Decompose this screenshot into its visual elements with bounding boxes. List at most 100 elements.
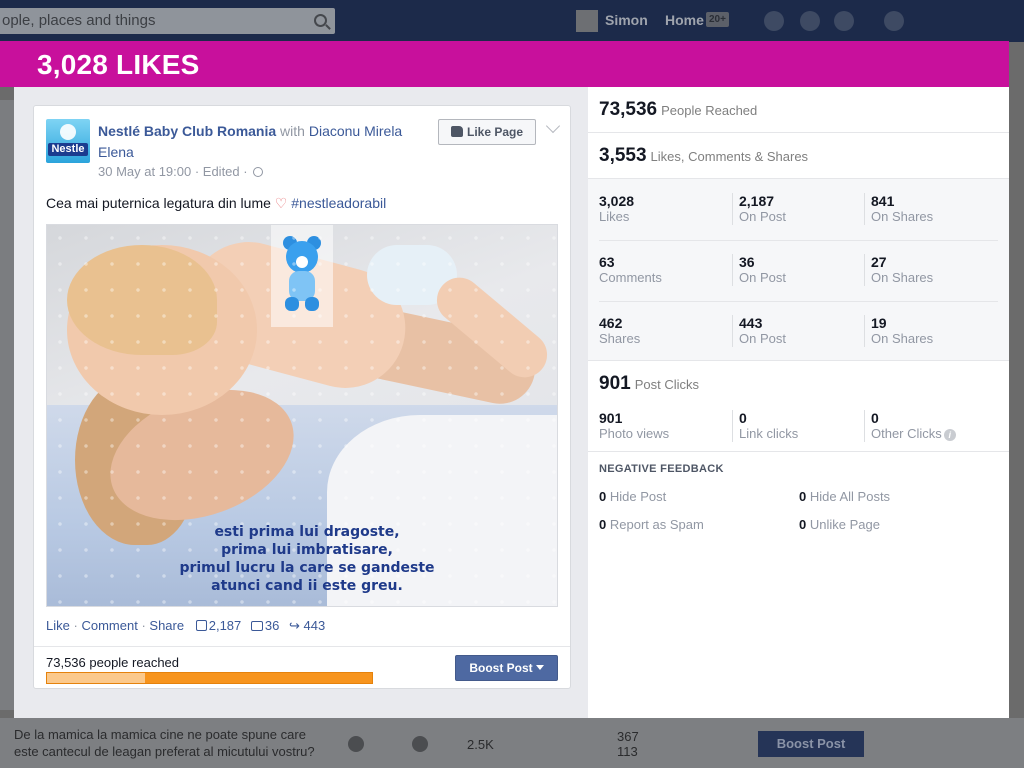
- modal-title: 3,028 LIKES: [37, 49, 200, 80]
- post-timestamp[interactable]: 30 May at 19:00 · Edited ·: [98, 164, 248, 179]
- page-name-link[interactable]: Nestlé Baby Club Romania: [98, 123, 276, 139]
- divider: [732, 254, 733, 286]
- likes-on-post-label: On Post: [739, 209, 786, 224]
- like-page-button[interactable]: Like Page: [438, 119, 536, 145]
- shares-total-label: Shares: [599, 331, 641, 346]
- likes-count[interactable]: 2,187: [209, 618, 242, 633]
- friend-requests-icon[interactable]: [764, 11, 784, 31]
- separator: ·: [73, 618, 78, 633]
- comments-on-shares-label: On Shares: [871, 270, 934, 285]
- comments-total-cell: 63 Comments: [599, 254, 662, 286]
- globe-icon[interactable]: [253, 167, 264, 177]
- hide-post-label: Hide Post: [609, 489, 667, 504]
- background-boost-button[interactable]: Boost Post: [758, 731, 864, 757]
- post-card: Nestle Nestlé Baby Club Romania with Dia…: [33, 105, 571, 689]
- people-reached-row: 73,536 People Reached: [588, 87, 1009, 133]
- likes-on-post-value: 2,187: [739, 193, 775, 209]
- comments-total-label: Comments: [599, 270, 662, 285]
- facebook-top-bar: ople, places and things Simon Home 20+: [0, 0, 1024, 42]
- shares-count[interactable]: 443: [304, 618, 326, 633]
- shares-on-post-label: On Post: [739, 331, 786, 346]
- unlike-page-value: 0: [799, 517, 807, 532]
- divider: [864, 410, 865, 442]
- shares-total-cell: 462 Shares: [599, 315, 640, 347]
- privacy-shortcuts-icon[interactable]: [884, 11, 904, 31]
- user-avatar[interactable]: [576, 10, 598, 32]
- nestle-bird-icon: [60, 124, 76, 140]
- notifications-globe-icon[interactable]: [834, 11, 854, 31]
- photo-caption-line: atunci cand ii este greu.: [211, 578, 403, 594]
- engagement-value: 3,553: [599, 145, 647, 166]
- with-text: with: [280, 123, 305, 139]
- link-clicks-label: Link clicks: [739, 426, 799, 441]
- hide-post-stat: 0 Hide Post: [599, 489, 666, 504]
- people-reached-label: People Reached: [661, 103, 758, 118]
- likes-thumb-icon: [195, 620, 207, 631]
- background-num-1: 367: [617, 729, 639, 744]
- unlike-page-label: Unlike Page: [809, 517, 880, 532]
- post-clicks-label: Post Clicks: [634, 377, 699, 392]
- share-link[interactable]: Share: [149, 618, 184, 633]
- info-icon[interactable]: i: [943, 429, 956, 441]
- likes-on-shares-cell: 841 On Shares: [871, 193, 933, 225]
- post-actions: Like · Comment · Share 2,187 36 ↪ 443: [46, 618, 325, 634]
- search-icon[interactable]: [314, 14, 327, 27]
- user-name-link[interactable]: Simon: [605, 12, 648, 28]
- photo-caption-line: primul lucru la care se gandeste: [179, 560, 435, 576]
- thumbs-up-icon: [450, 126, 463, 137]
- people-reached-text: 73,536 people reached: [46, 655, 180, 670]
- photo-views-label: Photo views: [599, 426, 670, 441]
- chevron-down-icon[interactable]: [545, 118, 561, 134]
- likes-total-value: 3,028: [599, 193, 635, 209]
- divider: [864, 193, 865, 225]
- shares-total-value: 462: [599, 315, 623, 331]
- separator: ·: [141, 618, 146, 633]
- other-clicks-cell: 0 Other Clicks i: [871, 410, 956, 442]
- engagement-row: 3,553 Likes, Comments & Shares: [588, 133, 1009, 179]
- hide-all-posts-stat: 0 Hide All Posts: [799, 489, 890, 504]
- post-clicks-value: 901: [599, 373, 631, 394]
- likes-on-post-cell: 2,187 On Post: [739, 193, 786, 225]
- background-post-text: De la mamica la mamica cine ne poate spu…: [14, 727, 315, 759]
- reach-progress-bar: [46, 672, 373, 684]
- home-link[interactable]: Home: [665, 12, 704, 28]
- link-clicks-cell: 0 Link clicks: [739, 410, 798, 442]
- photo-caption-line: prima lui imbratisare,: [221, 542, 393, 558]
- like-link[interactable]: Like: [46, 618, 70, 633]
- background-left-column: [0, 100, 14, 710]
- hide-all-posts-value: 0: [799, 489, 807, 504]
- divider: [732, 410, 733, 442]
- comments-count[interactable]: 36: [265, 618, 279, 633]
- comments-total-value: 63: [599, 254, 615, 270]
- comment-link[interactable]: Comment: [81, 618, 137, 633]
- comments-on-post-value: 36: [739, 254, 755, 270]
- messages-icon[interactable]: [800, 11, 820, 31]
- search-input[interactable]: ople, places and things: [0, 8, 335, 34]
- share-arrow-icon: ↪: [289, 618, 300, 633]
- page-logo[interactable]: Nestle: [46, 119, 90, 163]
- post-insights-modal: 3,028 LIKES Nestle Nestlé Baby Club Roma…: [0, 41, 1009, 718]
- divider: [34, 646, 570, 647]
- heart-icon: ♡: [274, 195, 288, 211]
- photo-caption: esti prima lui dragoste, prima lui imbra…: [177, 523, 437, 595]
- hashtag-link[interactable]: #nestleadorabil: [291, 195, 386, 211]
- other-clicks-value: 0: [871, 410, 879, 426]
- post-meta: 30 May at 19:00 · Edited ·: [98, 164, 264, 179]
- photo-views-cell: 901 Photo views: [599, 410, 669, 442]
- breakdown-block: 3,028 Likes 2,187 On Post 841 On Shares 63 C…: [588, 179, 1009, 361]
- divider: [864, 315, 865, 347]
- background-copy-icon: [348, 736, 364, 752]
- boost-post-button[interactable]: Boost Post: [455, 655, 558, 681]
- post-message: Cea mai puternica legatura din lume: [46, 195, 271, 211]
- background-reach: 2.5K: [467, 737, 494, 752]
- likes-total-cell: 3,028 Likes: [599, 193, 634, 225]
- unlike-page-stat: 0 Unlike Page: [799, 517, 880, 532]
- post-photo[interactable]: esti prima lui dragoste, prima lui imbra…: [46, 224, 558, 607]
- hide-post-value: 0: [599, 489, 607, 504]
- shares-on-post-cell: 443 On Post: [739, 315, 786, 347]
- link-clicks-value: 0: [739, 410, 747, 426]
- post-text: Cea mai puternica legatura din lume ♡ #n…: [46, 195, 386, 212]
- comments-on-shares-value: 27: [871, 254, 887, 270]
- likes-total-label: Likes: [599, 209, 630, 224]
- photo-caption-line: esti prima lui dragoste,: [214, 524, 400, 540]
